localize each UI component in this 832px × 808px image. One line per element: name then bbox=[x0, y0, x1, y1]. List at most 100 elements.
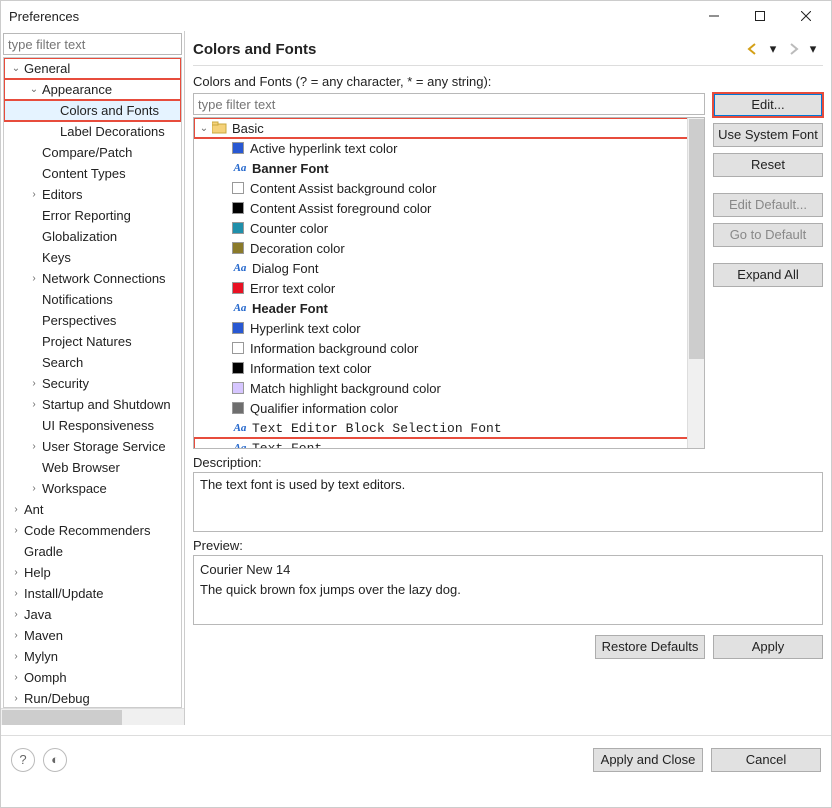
tree-node[interactable]: Gradle bbox=[4, 541, 181, 562]
tree-node-basic[interactable]: ⌄ Basic bbox=[194, 118, 704, 138]
tree-node-label: Search bbox=[42, 355, 83, 370]
tree-node[interactable]: ›Startup and Shutdown bbox=[4, 394, 181, 415]
tree-node[interactable]: ›Java bbox=[4, 604, 181, 625]
tree-node[interactable]: Aa Text Editor Block Selection Font bbox=[194, 418, 704, 438]
tree-node[interactable]: Error text color bbox=[194, 278, 704, 298]
tree-node[interactable]: AaDialog Font bbox=[194, 258, 704, 278]
tree-node[interactable]: Hyperlink text color bbox=[194, 318, 704, 338]
apply-button[interactable]: Apply bbox=[713, 635, 823, 659]
font-icon: Aa bbox=[232, 162, 248, 174]
font-icon: Aa bbox=[232, 422, 248, 434]
tree-node[interactable]: Information text color bbox=[194, 358, 704, 378]
chevron-down-icon: ⌄ bbox=[8, 63, 24, 74]
horizontal-scrollbar[interactable] bbox=[1, 708, 184, 725]
tree-node[interactable]: ›Security bbox=[4, 373, 181, 394]
tree-node[interactable]: Information background color bbox=[194, 338, 704, 358]
tree-node[interactable]: ›User Storage Service bbox=[4, 436, 181, 457]
tree-node-label: Startup and Shutdown bbox=[42, 397, 171, 412]
tree-node-label: Header Font bbox=[252, 301, 328, 316]
restore-defaults-button[interactable]: Restore Defaults bbox=[595, 635, 705, 659]
dropdown-icon[interactable]: ▾ bbox=[765, 41, 781, 57]
tree-node[interactable]: Keys bbox=[4, 247, 181, 268]
tree-node-text-font[interactable]: Aa Text Font bbox=[194, 438, 704, 449]
expand-all-button[interactable]: Expand All bbox=[713, 263, 823, 287]
use-system-font-button[interactable]: Use System Font bbox=[713, 123, 823, 147]
window-title: Preferences bbox=[9, 9, 691, 24]
reset-button[interactable]: Reset bbox=[713, 153, 823, 177]
tree-node[interactable]: Decoration color bbox=[194, 238, 704, 258]
tree-node[interactable]: Globalization bbox=[4, 226, 181, 247]
tree-node[interactable]: ›Maven bbox=[4, 625, 181, 646]
tree-node[interactable]: Active hyperlink text color bbox=[194, 138, 704, 158]
tree-node-label: Decoration color bbox=[250, 241, 345, 256]
category-tree[interactable]: ⌄General⌄Appearance Colors and Fonts Label… bbox=[3, 57, 182, 708]
edit-default-button: Edit Default... bbox=[713, 193, 823, 217]
tree-node[interactable]: Search bbox=[4, 352, 181, 373]
close-button[interactable] bbox=[783, 1, 829, 31]
tree-node-label: Colors and Fonts bbox=[60, 103, 159, 118]
tree-node[interactable]: Web Browser bbox=[4, 457, 181, 478]
tree-node-label: Information background color bbox=[250, 341, 418, 356]
dropdown-icon[interactable]: ▾ bbox=[805, 41, 821, 57]
tree-node-label: Banner Font bbox=[252, 161, 329, 176]
tree-node[interactable]: ›Ant bbox=[4, 499, 181, 520]
tree-node[interactable]: ⌄General bbox=[4, 58, 181, 79]
font-tree[interactable]: ⌄ Basic Active hyperlink text colorAaBan… bbox=[193, 117, 705, 449]
sidebar-filter-input[interactable] bbox=[3, 33, 182, 55]
tree-node[interactable]: ›Code Recommenders bbox=[4, 520, 181, 541]
chevron-right-icon: › bbox=[26, 378, 42, 389]
tree-node[interactable]: Content Assist foreground color bbox=[194, 198, 704, 218]
vertical-scrollbar[interactable] bbox=[687, 118, 704, 448]
tree-node[interactable]: Error Reporting bbox=[4, 205, 181, 226]
tree-node-label: Counter color bbox=[250, 221, 328, 236]
tree-node[interactable]: ›Workspace bbox=[4, 478, 181, 499]
tree-node[interactable]: Label Decorations bbox=[4, 121, 181, 142]
color-swatch-icon bbox=[232, 202, 244, 214]
forward-icon[interactable] bbox=[785, 41, 801, 57]
tree-node[interactable]: Qualifier information color bbox=[194, 398, 704, 418]
tree-node[interactable]: Compare/Patch bbox=[4, 142, 181, 163]
preview-box: Courier New 14 The quick brown fox jumps… bbox=[193, 555, 823, 625]
chevron-right-icon: › bbox=[26, 483, 42, 494]
tree-node-label: Maven bbox=[24, 628, 63, 643]
tree-node[interactable]: ›Install/Update bbox=[4, 583, 181, 604]
apply-and-close-button[interactable]: Apply and Close bbox=[593, 748, 703, 772]
tree-node[interactable]: Match highlight background color bbox=[194, 378, 704, 398]
divider bbox=[193, 65, 823, 66]
tree-node[interactable]: Aa Banner Font bbox=[194, 158, 704, 178]
minimize-button[interactable] bbox=[691, 1, 737, 31]
tree-node-label: Globalization bbox=[42, 229, 117, 244]
tree-node[interactable]: Content Types bbox=[4, 163, 181, 184]
tree-node[interactable]: Perspectives bbox=[4, 310, 181, 331]
preview-label: Preview: bbox=[193, 538, 823, 553]
tree-node-label: Active hyperlink text color bbox=[250, 141, 397, 156]
color-swatch-icon bbox=[232, 382, 244, 394]
tree-node[interactable]: ›Oomph bbox=[4, 667, 181, 688]
tree-node[interactable]: Project Natures bbox=[4, 331, 181, 352]
tree-node-label: Mylyn bbox=[24, 649, 58, 664]
tree-node-label: Text Editor Block Selection Font bbox=[252, 421, 502, 436]
tree-node[interactable]: ›Network Connections bbox=[4, 268, 181, 289]
tree-node[interactable]: Counter color bbox=[194, 218, 704, 238]
import-export-icon[interactable]: ◐ bbox=[43, 748, 67, 772]
maximize-button[interactable] bbox=[737, 1, 783, 31]
tree-node-label: Editors bbox=[42, 187, 82, 202]
tree-node-label: Error Reporting bbox=[42, 208, 131, 223]
tree-node[interactable]: ›Run/Debug bbox=[4, 688, 181, 708]
tree-node[interactable]: Notifications bbox=[4, 289, 181, 310]
cancel-button[interactable]: Cancel bbox=[711, 748, 821, 772]
tree-node[interactable]: Colors and Fonts bbox=[4, 100, 181, 121]
tree-node[interactable]: ›Mylyn bbox=[4, 646, 181, 667]
tree-node[interactable]: Content Assist background color bbox=[194, 178, 704, 198]
tree-node[interactable]: ›Help bbox=[4, 562, 181, 583]
go-to-default-button: Go to Default bbox=[713, 223, 823, 247]
back-icon[interactable] bbox=[745, 41, 761, 57]
tree-node[interactable]: UI Responsiveness bbox=[4, 415, 181, 436]
tree-node[interactable]: AaHeader Font bbox=[194, 298, 704, 318]
tree-node[interactable]: ›Editors bbox=[4, 184, 181, 205]
font-filter-input[interactable] bbox=[193, 93, 705, 115]
help-icon[interactable]: ? bbox=[11, 748, 35, 772]
edit-button[interactable]: Edit... bbox=[713, 93, 823, 117]
tree-node-label: Label Decorations bbox=[60, 124, 165, 139]
tree-node[interactable]: ⌄Appearance bbox=[4, 79, 181, 100]
